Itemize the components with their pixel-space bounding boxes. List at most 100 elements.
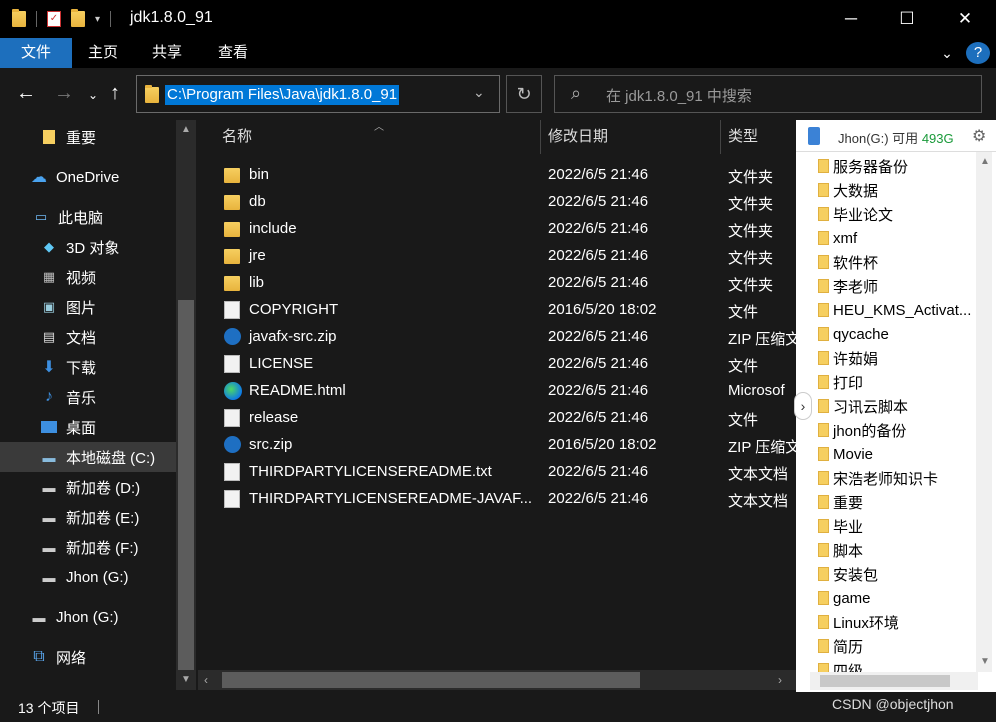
- file-row[interactable]: db 2022/6/5 21:46 文件夹: [198, 189, 796, 216]
- gear-icon[interactable]: ⚙: [972, 126, 986, 146]
- file-row[interactable]: lib 2022/6/5 21:46 文件夹: [198, 270, 796, 297]
- nav-item-desktop[interactable]: 桌面: [0, 412, 176, 442]
- nav-item-drive-g-root[interactable]: ▬ Jhon (G:): [0, 602, 176, 632]
- panel-folder-item[interactable]: 宋浩老师知识卡: [818, 466, 974, 490]
- nav-item-downloads[interactable]: ⬇ 下载: [0, 352, 176, 382]
- help-icon[interactable]: ?: [966, 42, 990, 64]
- file-row[interactable]: THIRDPARTYLICENSEREADME-JAVAF... 2022/6/5…: [198, 486, 796, 513]
- panel-expand-icon[interactable]: ›: [794, 392, 812, 420]
- nav-item-drive-e[interactable]: ▬ 新加卷 (E:): [0, 502, 176, 532]
- tab-file[interactable]: 文件: [0, 38, 72, 68]
- panel-folder-item[interactable]: xmf: [818, 226, 974, 250]
- nav-scrollbar-thumb[interactable]: [178, 300, 194, 670]
- new-folder-icon[interactable]: [71, 9, 85, 27]
- search-input[interactable]: ⌕ 在 jdk1.8.0_91 中搜索: [554, 75, 982, 113]
- panel-folder-item[interactable]: 重要: [818, 490, 974, 514]
- scroll-right-icon[interactable]: ›: [778, 673, 782, 687]
- panel-folder-item[interactable]: 李老师: [818, 274, 974, 298]
- minimize-button[interactable]: ─: [822, 0, 880, 38]
- panel-folder-item[interactable]: Movie: [818, 442, 974, 466]
- address-dropdown-icon[interactable]: ⌄: [473, 84, 485, 101]
- nav-item-label: 图片: [66, 299, 97, 317]
- file-row[interactable]: jre 2022/6/5 21:46 文件夹: [198, 243, 796, 270]
- column-name[interactable]: 名称: [222, 120, 252, 154]
- nav-item-this-pc[interactable]: ▭ 此电脑: [0, 202, 176, 232]
- file-row[interactable]: README.html 2022/6/5 21:46 Microsof: [198, 378, 796, 405]
- panel-folder-item[interactable]: HEU_KMS_Activat...: [818, 298, 974, 322]
- nav-item-important[interactable]: 重要: [0, 122, 176, 152]
- file-horizontal-scrollbar[interactable]: ‹ ›: [198, 670, 796, 690]
- panel-folder-item[interactable]: jhon的备份: [818, 418, 974, 442]
- panel-folder-item[interactable]: 习讯云脚本: [818, 394, 974, 418]
- nav-item-pictures[interactable]: ▣ 图片: [0, 292, 176, 322]
- nav-item-drive-f[interactable]: ▬ 新加卷 (F:): [0, 532, 176, 562]
- file-icon: [224, 301, 240, 319]
- nav-item-onedrive[interactable]: ☁ OneDrive: [0, 162, 176, 192]
- recent-locations-icon[interactable]: ⌄: [88, 88, 98, 102]
- folder-icon: [818, 519, 829, 533]
- panel-folder-item[interactable]: 大数据: [818, 178, 974, 202]
- refresh-button[interactable]: ↻: [506, 75, 542, 113]
- folder-icon: [818, 447, 829, 461]
- file-row[interactable]: release 2022/6/5 21:46 文件: [198, 405, 796, 432]
- nav-scrollbar[interactable]: ▲ ▼: [176, 120, 196, 690]
- panel-folder-item[interactable]: game: [818, 586, 974, 610]
- panel-folder-item[interactable]: 许茹娟: [818, 346, 974, 370]
- tab-share[interactable]: 共享: [144, 38, 190, 68]
- panel-scrollbar[interactable]: ▲ ▼: [976, 152, 992, 672]
- panel-folder-item[interactable]: 软件杯: [818, 250, 974, 274]
- ribbon-expand-icon[interactable]: ⌄: [936, 38, 958, 68]
- folder-icon[interactable]: [12, 9, 26, 27]
- file-date: 2022/6/5 21:46: [548, 409, 649, 426]
- column-date[interactable]: 修改日期: [548, 120, 608, 154]
- column-type[interactable]: 类型: [728, 120, 758, 154]
- maximize-button[interactable]: ☐: [878, 0, 936, 38]
- panel-folder-item[interactable]: Linux环境: [818, 610, 974, 634]
- nav-item-drive-c[interactable]: ▬ 本地磁盘 (C:): [0, 442, 176, 472]
- up-icon[interactable]: ↑: [110, 82, 120, 105]
- panel-folder-item[interactable]: 脚本: [818, 538, 974, 562]
- file-name: lib: [249, 274, 265, 291]
- scroll-down-icon[interactable]: ▼: [980, 656, 990, 667]
- nav-item-documents[interactable]: ▤ 文档: [0, 322, 176, 352]
- nav-item-videos[interactable]: ▦ 视频: [0, 262, 176, 292]
- back-icon[interactable]: ←: [16, 82, 36, 105]
- nav-item-drive-g[interactable]: ▬ Jhon (G:): [0, 562, 176, 592]
- panel-folder-item[interactable]: 打印: [818, 370, 974, 394]
- panel-folder-item[interactable]: 毕业论文: [818, 202, 974, 226]
- customize-qat-icon[interactable]: ▾: [95, 14, 100, 25]
- nav-item-music[interactable]: ♪ 音乐: [0, 382, 176, 412]
- panel-folder-item[interactable]: 毕业: [818, 514, 974, 538]
- scroll-up-icon[interactable]: ▲: [980, 156, 990, 167]
- scroll-up-icon[interactable]: ▲: [181, 124, 191, 135]
- nav-item-network[interactable]: ⧉ 网络: [0, 642, 176, 672]
- properties-icon[interactable]: ✓: [47, 11, 61, 27]
- nav-item-drive-d[interactable]: ▬ 新加卷 (D:): [0, 472, 176, 502]
- panel-folder-item[interactable]: 简历: [818, 634, 974, 658]
- panel-hscroll-thumb[interactable]: [820, 675, 950, 687]
- close-button[interactable]: ✕: [936, 0, 994, 38]
- scroll-down-icon[interactable]: ▼: [181, 674, 191, 685]
- file-row[interactable]: LICENSE 2022/6/5 21:46 文件: [198, 351, 796, 378]
- file-row[interactable]: THIRDPARTYLICENSEREADME.txt 2022/6/5 21:4…: [198, 459, 796, 486]
- panel-folder-item[interactable]: qycache: [818, 322, 974, 346]
- panel-folder-item[interactable]: 服务器备份: [818, 154, 974, 178]
- nav-item-3d-objects[interactable]: ◆ 3D 对象: [0, 232, 176, 262]
- tab-view[interactable]: 查看: [210, 38, 256, 68]
- panel-hscrollbar[interactable]: [810, 672, 978, 690]
- address-path[interactable]: C:\Program Files\Java\jdk1.8.0_91: [165, 85, 400, 105]
- nav-item-label: 文档: [66, 329, 97, 347]
- file-row[interactable]: javafx-src.zip 2022/6/5 21:46 ZIP 压缩文: [198, 324, 796, 351]
- file-row[interactable]: bin 2022/6/5 21:46 文件夹: [198, 162, 796, 189]
- file-hscroll-thumb[interactable]: [222, 672, 640, 688]
- scroll-left-icon[interactable]: ‹: [204, 673, 208, 687]
- tab-home[interactable]: 主页: [80, 38, 126, 68]
- file-row[interactable]: src.zip 2016/5/20 18:02 ZIP 压缩文: [198, 432, 796, 459]
- panel-folder-item[interactable]: 安装包: [818, 562, 974, 586]
- video-icon: ▦: [42, 269, 56, 284]
- address-bar[interactable]: C:\Program Files\Java\jdk1.8.0_91 ⌄: [136, 75, 500, 113]
- file-row[interactable]: include 2022/6/5 21:46 文件夹: [198, 216, 796, 243]
- file-row[interactable]: COPYRIGHT 2016/5/20 18:02 文件: [198, 297, 796, 324]
- forward-icon[interactable]: →: [54, 82, 74, 105]
- computer-icon: ▭: [34, 209, 48, 224]
